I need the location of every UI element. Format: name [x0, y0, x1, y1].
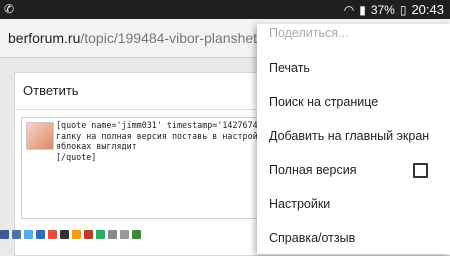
menu-item-help[interactable]: Справка/отзыв	[257, 221, 450, 255]
share-icon[interactable]	[0, 230, 9, 239]
menu-item-label: Настройки	[269, 197, 331, 211]
menu-item-label: Поиск на странице	[269, 95, 379, 109]
wifi-icon: ◠	[343, 2, 355, 17]
share-icon[interactable]	[96, 230, 105, 239]
menu-item-label: Печать	[269, 61, 310, 75]
share-icon[interactable]	[12, 230, 21, 239]
menu-item-share[interactable]: Поделиться...	[257, 24, 450, 40]
reply-title: Ответить	[23, 83, 79, 98]
menu-item-label: Полная версия	[269, 163, 357, 177]
avatar	[26, 122, 54, 150]
address-bar[interactable]: berforum.ru/topic/199484-vibor-plansheta…	[8, 30, 258, 46]
menu-item-find-in-page[interactable]: Поиск на странице	[257, 85, 450, 119]
share-icon[interactable]	[84, 230, 93, 239]
share-icon[interactable]	[132, 230, 141, 239]
battery-icon: ▯	[399, 2, 407, 17]
menu-item-label: Добавить на главный экран	[269, 129, 430, 143]
share-icon[interactable]	[108, 230, 117, 239]
desktop-site-checkbox[interactable]	[413, 163, 428, 178]
menu-item-add-to-home[interactable]: Добавить на главный экран	[257, 119, 450, 153]
clock: 20:43	[411, 2, 444, 17]
share-icon[interactable]	[72, 230, 81, 239]
menu-item-label: Поделиться...	[269, 26, 349, 40]
share-icon[interactable]	[60, 230, 69, 239]
share-icon[interactable]	[24, 230, 33, 239]
share-icon[interactable]	[48, 230, 57, 239]
share-icon[interactable]	[36, 230, 45, 239]
menu-item-print[interactable]: Печать	[257, 51, 450, 85]
signal-icon: ▮	[359, 2, 366, 17]
share-icon[interactable]	[120, 230, 129, 239]
battery-percent: 37%	[370, 2, 395, 17]
share-icons	[0, 230, 141, 239]
overflow-menu: Поделиться... Печать Поиск на странице Д…	[257, 24, 450, 254]
menu-item-desktop-site[interactable]: Полная версия	[257, 153, 450, 187]
phone-icon: ✆	[4, 2, 15, 16]
url-path: /topic/199484-vibor-plansheta-na	[80, 30, 258, 46]
url-domain: berforum.ru	[8, 30, 81, 46]
status-bar: ✆ ◠ ▮ 37% ▯ 20:43	[0, 0, 450, 19]
menu-item-label: Справка/отзыв	[269, 231, 356, 245]
menu-item-settings[interactable]: Настройки	[257, 187, 450, 221]
